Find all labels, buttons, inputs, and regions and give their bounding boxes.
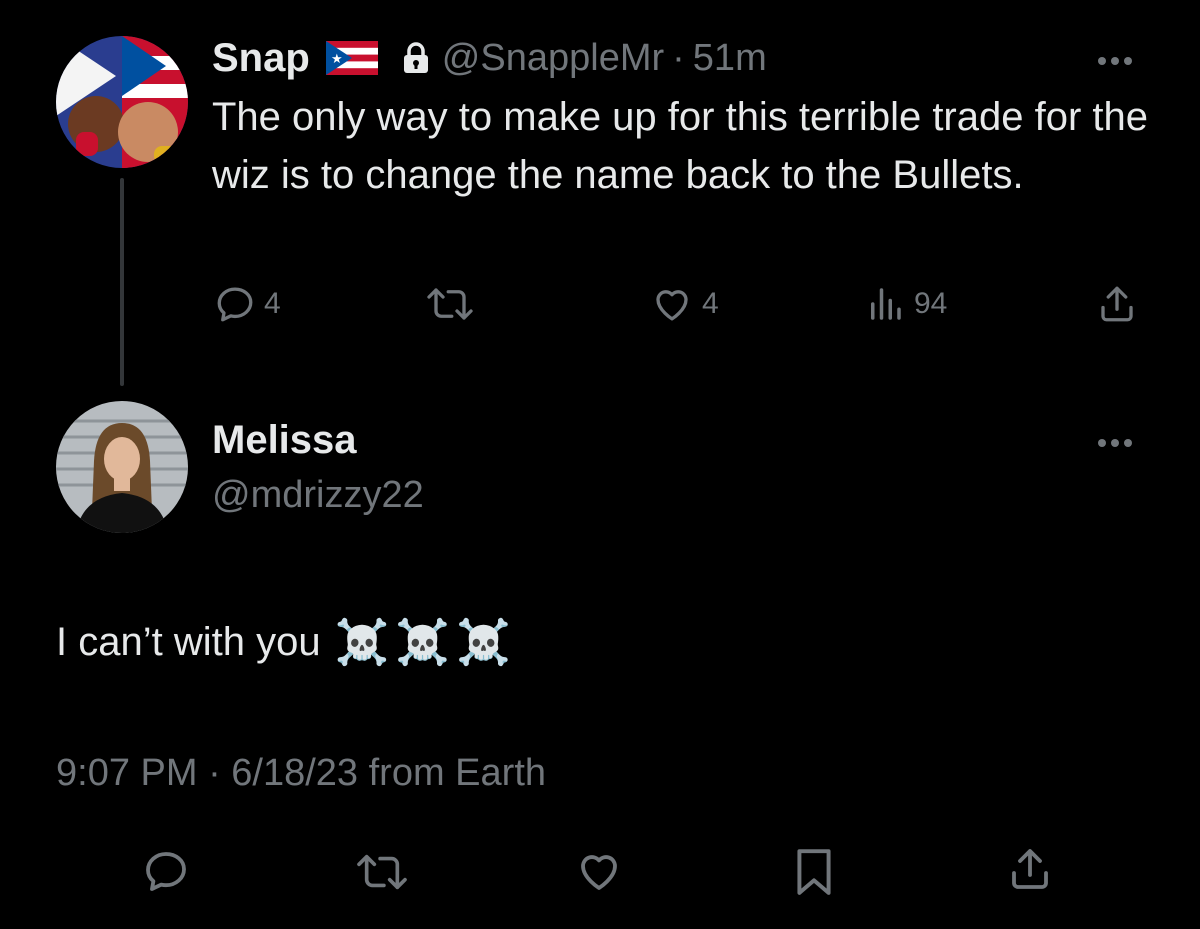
reply-more-icon[interactable] bbox=[1098, 434, 1142, 447]
parent-time-ago[interactable]: 51m bbox=[693, 37, 767, 80]
snap-avatar[interactable] bbox=[56, 36, 188, 168]
parent-tweet-text: The only way to make up for this terribl… bbox=[212, 95, 1148, 197]
skull-crossbones-emoji: ☠️☠️☠️ bbox=[334, 617, 517, 668]
retweet-icon bbox=[352, 849, 412, 895]
reply-timestamp[interactable]: 9:07 PM · 6/18/23 from Earth bbox=[56, 752, 546, 795]
views-action[interactable]: 94 bbox=[864, 283, 947, 325]
reply-bottom-retweet-action[interactable] bbox=[352, 849, 412, 895]
share-icon bbox=[1006, 845, 1054, 893]
separator-dot: · bbox=[672, 36, 685, 79]
reply-display-name[interactable]: Melissa bbox=[212, 418, 357, 463]
parent-tweet-header: Snap ★ @SnappleMr · 51m bbox=[212, 34, 767, 82]
reply-bottom-bookmark-action[interactable] bbox=[792, 847, 836, 897]
share-action[interactable] bbox=[1096, 283, 1138, 325]
retweet-action[interactable] bbox=[424, 283, 476, 325]
reply-icon bbox=[214, 283, 256, 325]
reply-handle[interactable]: @mdrizzy22 bbox=[212, 474, 424, 517]
share-icon bbox=[1096, 283, 1138, 325]
reply-icon bbox=[142, 847, 190, 895]
reply-bottom-share-action[interactable] bbox=[1006, 845, 1054, 893]
svg-text:★: ★ bbox=[331, 52, 343, 67]
reply-tweet-body: I can’t with you ☠️☠️☠️ bbox=[56, 612, 517, 672]
parent-display-name[interactable]: Snap bbox=[212, 36, 310, 81]
parent-handle[interactable]: @SnappleMr bbox=[442, 37, 664, 80]
thread-connector-line bbox=[120, 178, 124, 386]
reply-action[interactable]: 4 bbox=[214, 283, 281, 325]
lock-icon bbox=[402, 41, 430, 75]
reply-tweet-text: I can’t with you bbox=[56, 620, 321, 664]
views-icon bbox=[864, 283, 906, 325]
like-action[interactable]: 4 bbox=[650, 283, 719, 325]
like-count: 4 bbox=[702, 287, 719, 320]
views-count: 94 bbox=[914, 287, 948, 320]
like-icon bbox=[650, 283, 694, 325]
melissa-avatar[interactable] bbox=[56, 401, 188, 533]
parent-more-icon[interactable] bbox=[1098, 52, 1142, 65]
puerto-rico-flag-icon: ★ bbox=[325, 41, 378, 75]
reply-bottom-reply-action[interactable] bbox=[142, 847, 190, 895]
bookmark-icon bbox=[792, 847, 836, 897]
reply-bottom-like-action[interactable] bbox=[574, 847, 624, 895]
like-icon bbox=[574, 847, 624, 895]
retweet-icon bbox=[424, 283, 476, 325]
reply-count: 4 bbox=[264, 287, 281, 320]
